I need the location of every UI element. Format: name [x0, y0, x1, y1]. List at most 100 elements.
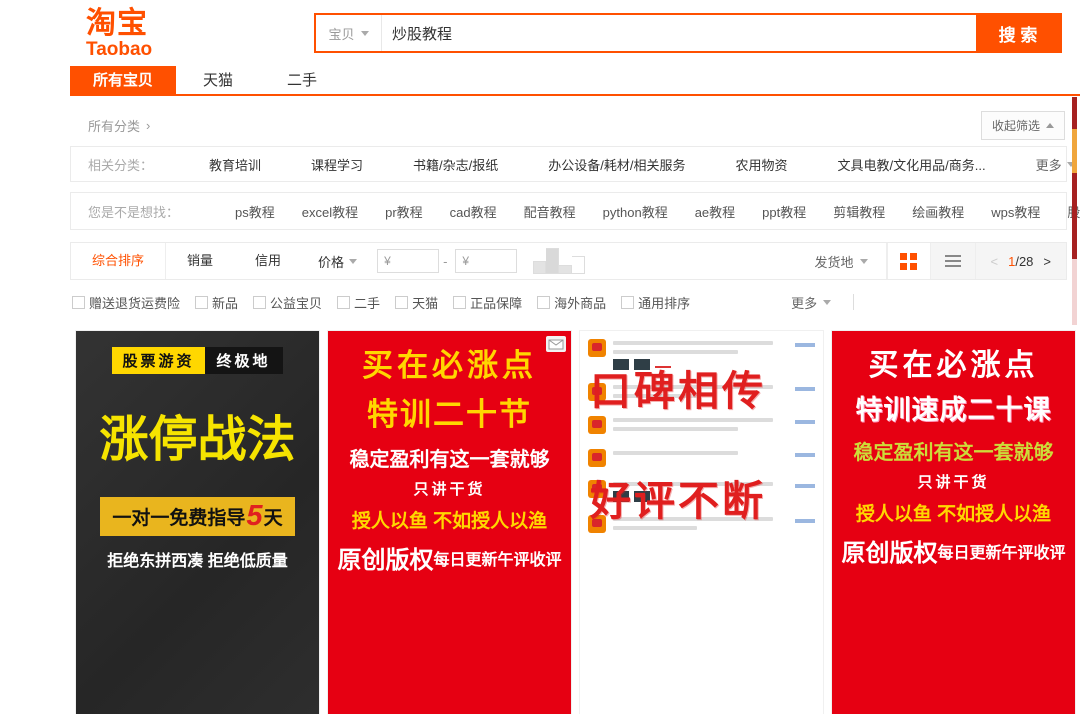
chevron-down-icon	[823, 300, 831, 305]
product-card[interactable]: 口碑相传 好评不断 ¥ 6.20 包邮 400+人付款 股票炒股股市视频实战教程…	[579, 330, 824, 714]
suggestion-link[interactable]: 剪辑教程	[833, 202, 885, 221]
review-link	[795, 519, 815, 523]
tab-all-items[interactable]: 所有宝贝	[70, 66, 176, 94]
review-link	[795, 420, 815, 424]
logo-cn-text: 淘宝	[86, 8, 152, 40]
review-row	[588, 449, 815, 467]
search-button[interactable]: 搜 索	[976, 15, 1060, 51]
image-tagline: 拒绝东拼西凑 拒绝低质量	[107, 547, 287, 571]
price-min-input[interactable]: ¥	[377, 249, 439, 273]
view-toggle-group: < 1/28 >	[886, 243, 1067, 279]
checkbox-icon	[253, 296, 266, 309]
sort-credit[interactable]: 信用	[234, 243, 302, 279]
image-text: 只讲干货	[413, 478, 485, 499]
related-category-link[interactable]: 书籍/杂志/报纸	[413, 155, 498, 174]
filter-checkbox[interactable]: 二手	[337, 293, 380, 312]
ship-from-filter[interactable]: 发货地	[796, 243, 885, 279]
image-text: 授人以鱼 不如授人以渔	[856, 499, 1051, 526]
page-scrollbar[interactable]	[1072, 97, 1077, 325]
chevron-up-icon	[1046, 123, 1054, 128]
review-link	[795, 387, 815, 391]
image-text: 只讲干货	[917, 471, 989, 492]
filter-checkbox[interactable]: 正品保障	[453, 293, 522, 312]
filter-checkbox[interactable]: 新品	[195, 293, 238, 312]
list-view-button[interactable]	[931, 243, 975, 279]
search-input[interactable]	[382, 15, 976, 51]
suggestion-link[interactable]: cad教程	[450, 202, 497, 221]
sort-sales[interactable]: 销量	[166, 243, 234, 279]
checkbox-label: 新品	[212, 293, 238, 312]
suggestion-link[interactable]: ppt教程	[762, 202, 806, 221]
related-more-label: 更多	[1036, 155, 1062, 174]
related-category-link[interactable]: 农用物资	[736, 155, 788, 174]
breadcrumb-arrow-icon: ›	[146, 118, 150, 133]
sort-comprehensive[interactable]: 综合排序	[71, 243, 166, 279]
breadcrumb-row: 所有分类 › 收起筛选	[70, 110, 1067, 140]
suggestion-link[interactable]: ps教程	[235, 202, 275, 221]
grid-view-button[interactable]	[887, 243, 931, 279]
image-headline: 特训二十节	[367, 389, 532, 434]
tab-tmall[interactable]: 天猫	[176, 66, 260, 94]
image-badge: 股票游资	[112, 347, 204, 374]
suggestion-link[interactable]: pr教程	[385, 202, 423, 221]
checkbox-icon	[195, 296, 208, 309]
suggestion-link[interactable]: ae教程	[695, 202, 735, 221]
filter-checkboxes: 赠送退货运费险 新品 公益宝贝 二手 天猫 正品保障	[72, 293, 705, 312]
filter-checkbox[interactable]: 天猫	[395, 293, 438, 312]
price-histogram-slider[interactable]	[533, 248, 585, 274]
product-card[interactable]: 买在必涨点 特训速成二十课 稳定盈利有这一套就够 只讲干货 授人以鱼 不如授人以…	[831, 330, 1076, 714]
tab-secondhand[interactable]: 二手	[260, 66, 344, 94]
image-text: 授人以鱼 不如授人以渔	[352, 506, 547, 533]
avatar	[588, 449, 606, 467]
product-card[interactable]: 买在必涨点 特训二十节 稳定盈利有这一套就够 只讲干货 授人以鱼 不如授人以渔 …	[327, 330, 572, 714]
search-category-select[interactable]: 宝贝	[316, 15, 382, 51]
next-page-button[interactable]: >	[1043, 254, 1051, 269]
related-category-link[interactable]: 文具电教/文化用品/商务...	[838, 155, 986, 174]
currency-symbol: ¥	[462, 254, 469, 268]
image-text: 原创版权 每日更新午评收评	[337, 540, 561, 575]
review-link	[795, 484, 815, 488]
suggestion-link[interactable]: wps教程	[991, 202, 1040, 221]
prev-page-button[interactable]: <	[991, 254, 999, 269]
related-category-link[interactable]: 课程学习	[311, 155, 363, 174]
suggestion-link[interactable]: excel教程	[302, 202, 358, 221]
related-categories-panel: 相关分类： 教育培训 课程学习 书籍/杂志/报纸 办公设备/耗材/相关服务 农用物资 文具…	[70, 146, 1067, 182]
sort-price[interactable]: 价格	[302, 243, 373, 279]
checkbox-label: 通用排序	[638, 293, 690, 312]
chevron-down-icon	[361, 31, 369, 36]
checkbox-label: 正品保障	[470, 293, 522, 312]
checkbox-icon	[621, 296, 634, 309]
image-headline: 特训速成二十课	[856, 388, 1052, 427]
product-card[interactable]: 股票游资 终极地 涨停战法 一对一免费指导5天 拒绝东拼西凑 拒绝低质量 ¥ 6…	[75, 330, 320, 714]
checkbox-label: 天猫	[412, 293, 438, 312]
related-categories-label: 相关分类：	[88, 155, 153, 174]
related-more-link[interactable]: 更多	[1036, 155, 1075, 174]
product-image[interactable]: 买在必涨点 特训二十节 稳定盈利有这一套就够 只讲干货 授人以鱼 不如授人以渔 …	[328, 331, 571, 714]
breadcrumb[interactable]: 所有分类 ›	[88, 116, 150, 135]
taobao-logo[interactable]: 淘宝 Taobao	[86, 8, 152, 60]
filter-more-link[interactable]: 更多	[791, 293, 831, 312]
product-image[interactable]: 口碑相传 好评不断	[580, 331, 823, 714]
ship-from-label: 发货地	[814, 252, 853, 271]
filter-checkbox[interactable]: 海外商品	[537, 293, 606, 312]
product-image[interactable]: 股票游资 终极地 涨停战法 一对一免费指导5天 拒绝东拼西凑 拒绝低质量	[76, 331, 319, 714]
price-max-input[interactable]: ¥	[455, 249, 517, 273]
filter-checkbox[interactable]: 公益宝贝	[253, 293, 322, 312]
sort-bar-right: 发货地 < 1/28 >	[796, 243, 1066, 279]
suggestion-link[interactable]: python教程	[603, 202, 668, 221]
filter-checkbox[interactable]: 赠送退货运费险	[72, 293, 180, 312]
review-link	[795, 343, 815, 347]
related-category-link[interactable]: 办公设备/耗材/相关服务	[548, 155, 685, 174]
sort-bar: 综合排序 销量 信用 价格 ¥ - ¥ 发货地	[70, 242, 1067, 280]
product-image[interactable]: 买在必涨点 特训速成二十课 稳定盈利有这一套就够 只讲干货 授人以鱼 不如授人以…	[832, 331, 1075, 714]
filter-checkbox[interactable]: 通用排序	[621, 293, 690, 312]
related-category-link[interactable]: 教育培训	[209, 155, 261, 174]
image-overlay-text: 好评不断	[590, 467, 766, 527]
main-content: 所有分类 › 收起筛选 相关分类： 教育培训 课程学习 书籍/杂志/报纸 办公设备/耗…	[70, 110, 1067, 315]
suggestion-link[interactable]: 配音教程	[524, 202, 576, 221]
collapse-filter-button[interactable]: 收起筛选	[981, 111, 1065, 140]
filter-row: 赠送退货运费险 新品 公益宝贝 二手 天猫 正品保障	[70, 289, 1067, 315]
checkbox-label: 海外商品	[554, 293, 606, 312]
checkbox-icon	[395, 296, 408, 309]
suggestion-link[interactable]: 绘画教程	[912, 202, 964, 221]
